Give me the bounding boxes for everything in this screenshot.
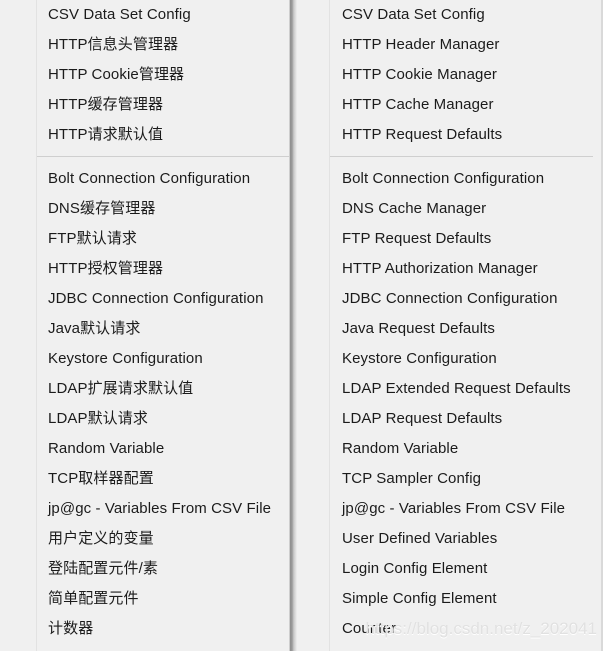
menu-item[interactable]: TCP Sampler Config (330, 464, 603, 494)
menu-item[interactable]: jp@gc - Variables From CSV File (37, 494, 297, 524)
menu-item[interactable]: Bolt Connection Configuration (37, 164, 297, 194)
menu-item[interactable]: LDAP扩展请求默认值 (37, 374, 297, 404)
menu-item[interactable]: jp@gc - Variables From CSV File (330, 494, 603, 524)
menu-group-0: CSV Data Set Config HTTP信息头管理器 HTTP Cookie… (37, 0, 297, 150)
menu-item[interactable]: HTTP Cache Manager (330, 90, 603, 120)
menu-item[interactable]: HTTP Cookie管理器 (37, 60, 297, 90)
menu-item[interactable]: Java默认请求 (37, 314, 297, 344)
menu-item[interactable]: Java Request Defaults (330, 314, 603, 344)
menu-item[interactable]: Simple Config Element (330, 584, 603, 614)
menu-item[interactable]: JDBC Connection Configuration (330, 284, 603, 314)
menu-item[interactable]: HTTP Request Defaults (330, 120, 603, 150)
menu-item[interactable]: DNS Cache Manager (330, 194, 603, 224)
menu-item[interactable]: LDAP Request Defaults (330, 404, 603, 434)
menu-item[interactable]: Bolt Connection Configuration (330, 164, 603, 194)
menu-item[interactable]: JDBC Connection Configuration (37, 284, 297, 314)
menu-item[interactable]: 用户定义的变量 (37, 524, 297, 554)
menu-item[interactable]: HTTP Cookie Manager (330, 60, 603, 90)
screenshot-root: CSV Data Set Config HTTP信息头管理器 HTTP Cookie… (0, 0, 603, 651)
menu-item[interactable]: Random Variable (330, 434, 603, 464)
menu-item[interactable]: TCP取样器配置 (37, 464, 297, 494)
menu-separator (330, 156, 593, 157)
menu-item[interactable]: 登陆配置元件/素 (37, 554, 297, 584)
config-element-menu-english: CSV Data Set Config HTTP Header Manager HT… (297, 0, 603, 651)
menu-item[interactable]: HTTP授权管理器 (37, 254, 297, 284)
menu-group-1: Bolt Connection Configuration DNS Cache M… (330, 164, 603, 644)
menu-separator (37, 156, 293, 157)
menu-item[interactable]: User Defined Variables (330, 524, 603, 554)
menu-item[interactable]: Keystore Configuration (330, 344, 603, 374)
menu-item[interactable]: FTP Request Defaults (330, 224, 603, 254)
menu-item[interactable]: Keystore Configuration (37, 344, 297, 374)
menu-item[interactable]: Random Variable (37, 434, 297, 464)
menu-item[interactable]: HTTP缓存管理器 (37, 90, 297, 120)
menu-item[interactable]: DNS缓存管理器 (37, 194, 297, 224)
menu-item[interactable]: Login Config Element (330, 554, 603, 584)
menu-item[interactable]: CSV Data Set Config (330, 0, 603, 30)
menu-item[interactable]: HTTP Authorization Manager (330, 254, 603, 284)
config-element-menu-chinese: CSV Data Set Config HTTP信息头管理器 HTTP Cookie… (0, 0, 297, 651)
menu-item[interactable]: HTTP Header Manager (330, 30, 603, 60)
menu-group-1: Bolt Connection Configuration DNS缓存管理器 FTP… (37, 164, 297, 644)
menu-item[interactable]: 计数器 (37, 614, 297, 644)
menu-item[interactable]: LDAP默认请求 (37, 404, 297, 434)
menu-item[interactable]: LDAP Extended Request Defaults (330, 374, 603, 404)
menu-item[interactable]: CSV Data Set Config (37, 0, 297, 30)
menu-item[interactable]: Counter (330, 614, 603, 644)
menu-item[interactable]: 简单配置元件 (37, 584, 297, 614)
menu-item[interactable]: HTTP请求默认值 (37, 120, 297, 150)
menu-item[interactable]: FTP默认请求 (37, 224, 297, 254)
menu-item[interactable]: HTTP信息头管理器 (37, 30, 297, 60)
menu-group-0: CSV Data Set Config HTTP Header Manager HT… (330, 0, 603, 150)
